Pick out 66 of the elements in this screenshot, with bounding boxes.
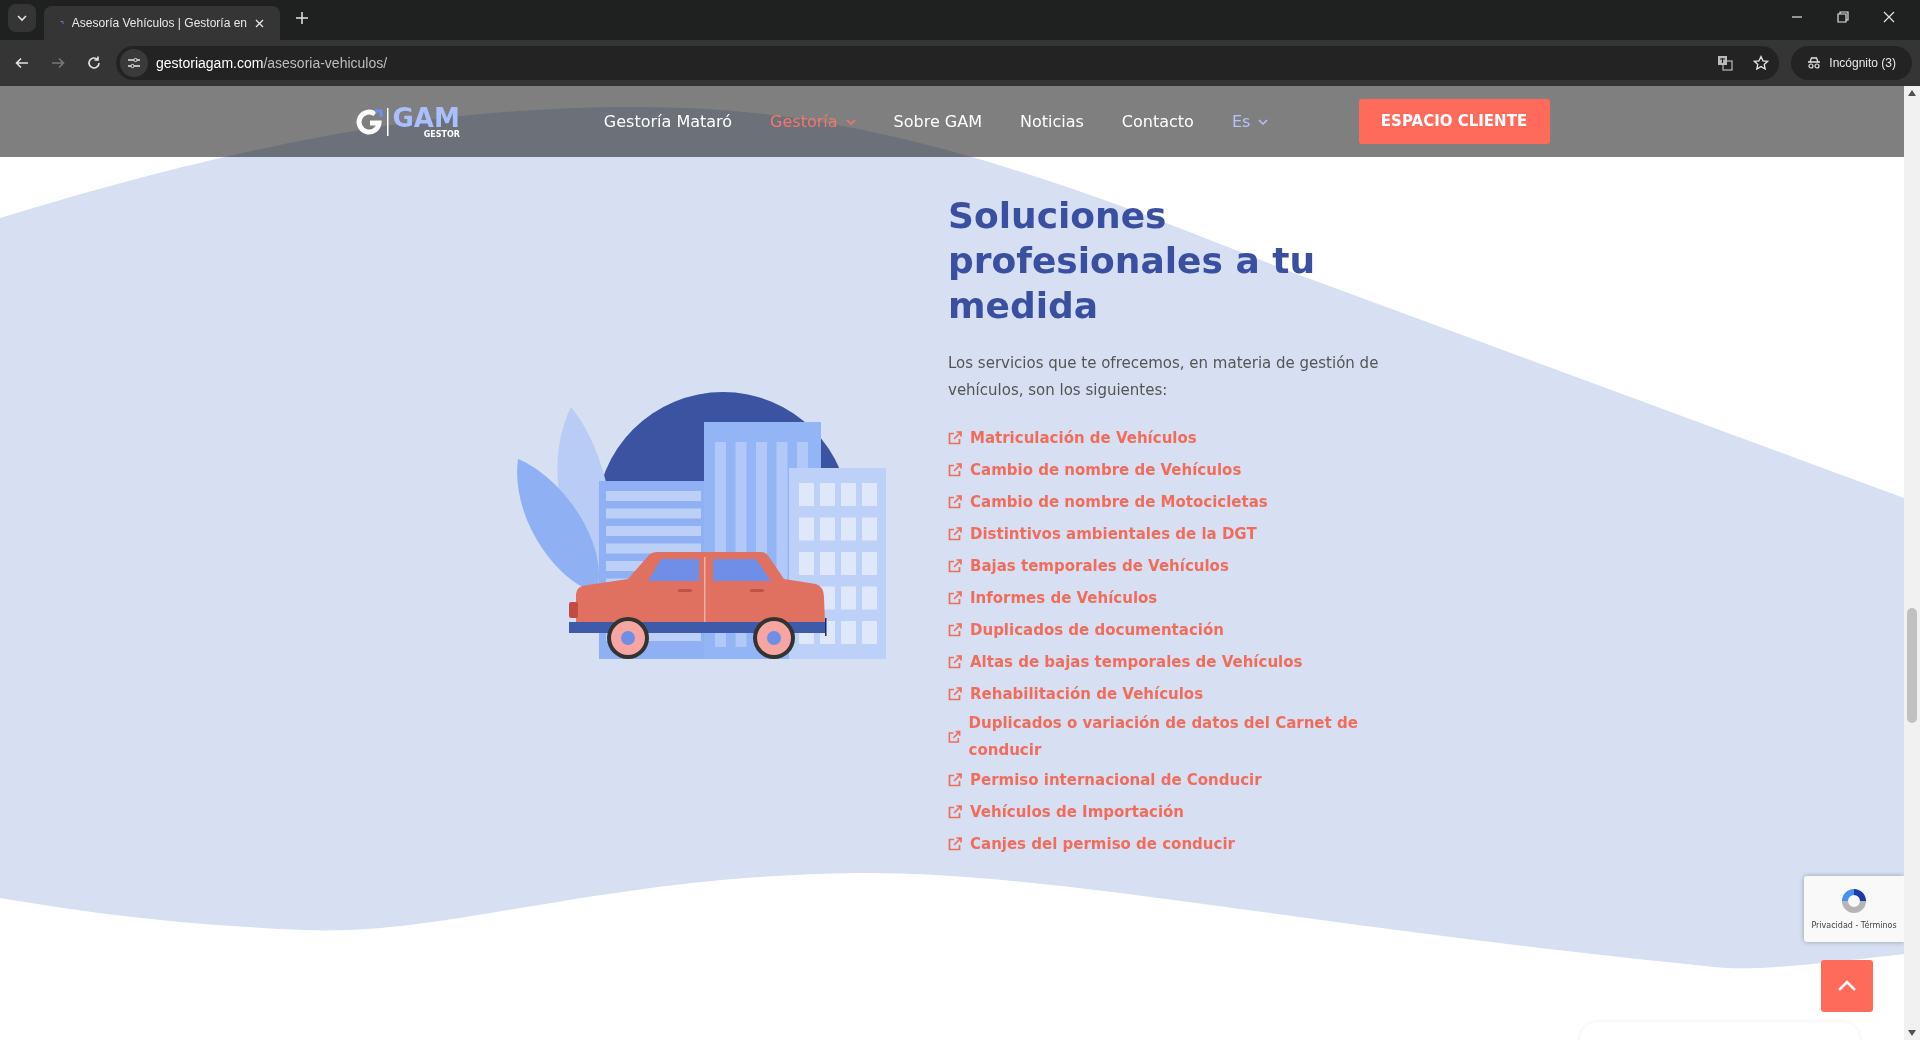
external-link-icon (948, 559, 962, 573)
chevron-down-icon (17, 13, 27, 23)
service-link[interactable]: Rehabilitación de Vehículos (970, 680, 1204, 708)
address-bar[interactable]: gestoriagam.com/asesoria-vehiculos/ (116, 46, 1780, 80)
section-heading: Soluciones profesionales a tu medida (948, 194, 1317, 328)
service-link[interactable]: Duplicados de documentación (970, 616, 1224, 644)
service-link[interactable]: Informes de Vehículos (970, 584, 1158, 612)
scroll-up-icon (1908, 90, 1916, 96)
caret-icon (845, 118, 856, 125)
recaptcha-icon (1839, 886, 1869, 916)
restore-icon (1837, 11, 1849, 23)
logo-subtext: GESTOR (423, 130, 460, 139)
chevron-up-icon (1837, 980, 1857, 992)
external-link-icon (948, 837, 962, 851)
scrollbar-thumb[interactable] (1907, 608, 1917, 723)
service-link[interactable]: Distintivos ambientales de la DGT (970, 520, 1257, 548)
tab-search-button[interactable] (8, 4, 36, 32)
service-link[interactable]: Bajas temporales de Vehículos (970, 552, 1229, 580)
nav-link[interactable]: Contacto (1121, 109, 1194, 134)
external-link-icon (948, 687, 962, 701)
language-selector[interactable]: Es (1231, 109, 1269, 134)
external-link-icon (948, 463, 962, 477)
intro-text: Los servicios que te ofrecemos, en materia de gestión de vehículos, son los siguientes: (948, 353, 1380, 401)
external-link-icon (948, 623, 962, 637)
incognito-icon (1807, 56, 1822, 70)
sliders-icon (127, 56, 141, 70)
service-link[interactable]: Canjes del permiso de conducir (970, 830, 1235, 858)
browser-tab[interactable]: Asesoría Vehículos | Gestoría en (44, 6, 280, 40)
service-link[interactable]: Permiso internacional de Conducir (970, 766, 1262, 794)
nav-link[interactable]: Gestoría (770, 109, 856, 134)
plus-icon (296, 12, 308, 24)
external-link-icon (948, 655, 962, 669)
tab-title: Asesoría Vehículos | Gestoría en (71, 15, 247, 32)
recaptcha-links[interactable]: Privacidad - Términos (1811, 920, 1897, 932)
back-arrow-icon (14, 55, 30, 71)
logo-text: GAM (392, 104, 460, 131)
close-icon (255, 18, 264, 28)
external-link-icon (948, 431, 962, 445)
external-link-icon (948, 591, 962, 605)
external-link-icon (948, 805, 962, 819)
reload-icon (86, 55, 102, 71)
caret-icon (1258, 118, 1269, 125)
external-link-icon (948, 527, 962, 541)
site-info-button[interactable] (120, 49, 148, 77)
nav-link[interactable]: Sobre GAM (893, 109, 982, 134)
url-text: gestoriagam.com/asesoria-vehiculos/ (156, 53, 388, 73)
service-link[interactable]: Altas de bajas temporales de Vehículos (970, 648, 1303, 676)
forward-arrow-icon (50, 55, 66, 71)
incognito-profile-button[interactable]: Incógnito (3) (1791, 46, 1912, 80)
close-icon (1883, 11, 1895, 23)
star-icon (1753, 55, 1770, 71)
service-link[interactable]: Duplicados o variación de datos del Carnet de conducir (968, 710, 1388, 764)
nav-link[interactable]: Gestoría Mataró (603, 109, 733, 134)
external-link-icon (948, 495, 962, 509)
scroll-down-icon (1908, 1030, 1916, 1036)
service-link[interactable]: Cambio de nombre de Motocicletas (970, 488, 1268, 516)
external-link-icon (948, 730, 961, 744)
service-link[interactable]: Matriculación de Vehículos (970, 424, 1197, 452)
translate-icon (1717, 55, 1734, 71)
nav-link[interactable]: Noticias (1020, 109, 1084, 134)
external-link-icon (948, 773, 962, 787)
logo-icon (354, 106, 389, 137)
service-link[interactable]: Cambio de nombre de Vehículos (970, 456, 1242, 484)
client-area-button[interactable]: ESPACIO CLIENTE (1358, 99, 1550, 144)
service-link[interactable]: Vehículos de Importación (970, 798, 1185, 826)
scrollbar[interactable] (1904, 86, 1920, 1040)
